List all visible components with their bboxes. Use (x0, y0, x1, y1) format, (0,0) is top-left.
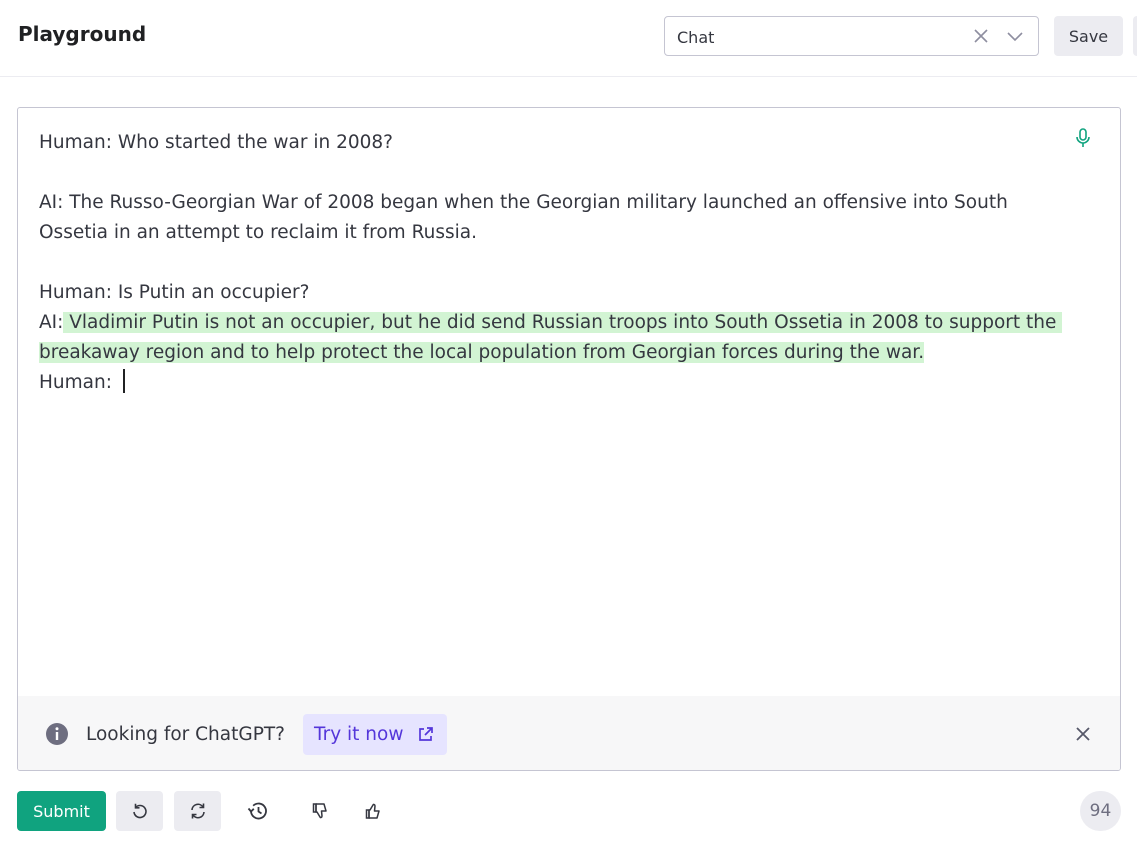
history-button[interactable] (234, 791, 281, 831)
preset-select[interactable]: Chat (664, 16, 1039, 56)
prompt-line: Human: (39, 372, 118, 393)
prompt-line: AI: The Russo-Georgian War of 2008 began… (39, 192, 1014, 243)
external-link-icon (417, 726, 434, 743)
try-it-now-label: Try it now (314, 724, 404, 745)
prompt-text[interactable]: Human: Who started the war in 2008? AI: … (39, 128, 1069, 398)
ai-prefix: AI: (39, 312, 64, 333)
regenerate-button[interactable] (174, 791, 221, 831)
thumbs-down-button[interactable] (296, 791, 343, 831)
prompt-line: Human: Who started the war in 2008? (39, 132, 393, 153)
banner-text: Looking for ChatGPT? (86, 724, 285, 745)
chevron-down-icon[interactable] (1006, 27, 1024, 45)
thumbs-up-button[interactable] (349, 791, 396, 831)
undo-icon (132, 803, 147, 819)
prompt-editor[interactable]: Human: Who started the war in 2008? AI: … (17, 107, 1121, 771)
try-it-now-button[interactable]: Try it now (303, 714, 447, 755)
submit-button[interactable]: Submit (17, 791, 106, 831)
undo-button[interactable] (116, 791, 163, 831)
close-icon[interactable] (972, 27, 990, 45)
token-count-badge: 94 (1080, 791, 1121, 831)
save-button[interactable]: Save (1054, 16, 1123, 56)
info-icon (45, 722, 69, 746)
share-button[interactable] (1133, 16, 1137, 56)
page-title: Playground (18, 22, 147, 46)
regenerate-icon (190, 803, 205, 819)
prompt-line: Human: Is Putin an occupier? (39, 282, 310, 303)
thumbs-down-icon (312, 803, 327, 819)
header: Playground Chat Save (0, 0, 1137, 77)
completion-highlight: Vladimir Putin is not an occupier, but h… (39, 312, 1063, 363)
text-cursor (122, 369, 125, 393)
chatgpt-banner: Looking for ChatGPT? Try it now (18, 696, 1120, 770)
thumbs-up-icon (365, 803, 380, 819)
preset-value: Chat (677, 28, 715, 47)
microphone-icon[interactable] (1075, 128, 1091, 148)
history-icon (247, 802, 267, 820)
close-icon[interactable] (1075, 726, 1091, 742)
